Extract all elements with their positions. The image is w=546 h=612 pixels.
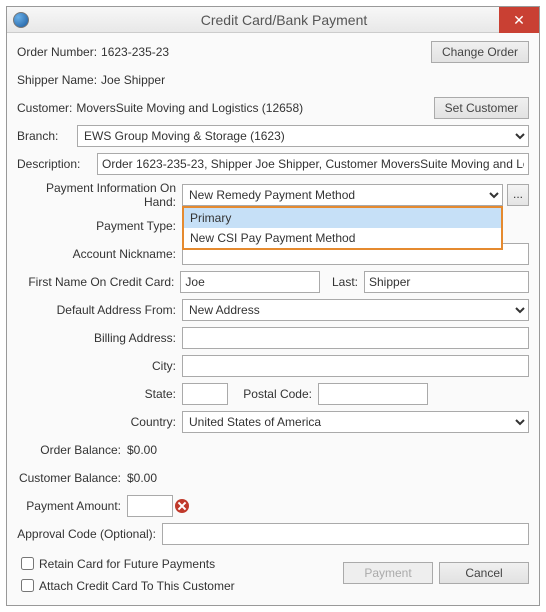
customer-balance-label: Customer Balance:: [17, 471, 127, 485]
payment-info-label: Payment Information On Hand:: [17, 181, 182, 209]
first-name-input[interactable]: [180, 271, 320, 293]
approval-code-input[interactable]: [162, 523, 529, 545]
branch-label: Branch:: [17, 129, 77, 143]
app-icon: [13, 12, 29, 28]
account-nickname-label: Account Nickname:: [17, 247, 182, 261]
retain-card-label: Retain Card for Future Payments: [39, 557, 215, 571]
window-title: Credit Card/Bank Payment: [29, 12, 539, 28]
order-balance-value: $0.00: [127, 443, 157, 457]
country-select[interactable]: United States of America: [182, 411, 529, 433]
customer-balance-value: $0.00: [127, 471, 157, 485]
payment-amount-label: Payment Amount:: [17, 499, 127, 513]
dropdown-option-primary[interactable]: Primary: [184, 208, 501, 228]
last-name-label: Last:: [320, 275, 364, 289]
description-label: Description:: [17, 157, 97, 171]
first-name-label: First Name On Credit Card:: [17, 275, 180, 289]
state-input[interactable]: [182, 383, 228, 405]
close-icon: ✕: [513, 12, 525, 29]
attach-cc-checkbox[interactable]: [21, 579, 34, 592]
payment-info-more-button[interactable]: ...: [507, 184, 529, 206]
error-icon: [175, 499, 189, 513]
order-number-label: Order Number:: [17, 45, 97, 59]
customer-label: Customer:: [17, 101, 72, 115]
default-address-label: Default Address From:: [17, 303, 182, 317]
postal-label: Postal Code:: [228, 387, 318, 401]
branch-select[interactable]: EWS Group Moving & Storage (1623): [77, 125, 529, 147]
shipper-name-label: Shipper Name:: [17, 73, 97, 87]
billing-address-input[interactable]: [182, 327, 529, 349]
order-number-value: 1623-235-23: [101, 45, 169, 59]
approval-code-label: Approval Code (Optional):: [17, 527, 162, 541]
dropdown-option-csi[interactable]: New CSI Pay Payment Method: [184, 228, 501, 248]
shipper-name-value: Joe Shipper: [101, 73, 165, 87]
postal-input[interactable]: [318, 383, 428, 405]
customer-value: MoversSuite Moving and Logistics (12658): [76, 101, 303, 115]
payment-button[interactable]: Payment: [343, 562, 433, 584]
change-order-button[interactable]: Change Order: [431, 41, 529, 63]
set-customer-button[interactable]: Set Customer: [434, 97, 529, 119]
titlebar: Credit Card/Bank Payment ✕: [7, 7, 539, 33]
close-button[interactable]: ✕: [499, 7, 539, 33]
payment-info-dropdown-list: Primary New CSI Pay Payment Method: [182, 206, 503, 250]
city-input[interactable]: [182, 355, 529, 377]
last-name-input[interactable]: [364, 271, 529, 293]
payment-amount-input[interactable]: [127, 495, 173, 517]
billing-address-label: Billing Address:: [17, 331, 182, 345]
payment-dialog: Credit Card/Bank Payment ✕ Order Number:…: [6, 6, 540, 606]
payment-info-select[interactable]: New Remedy Payment Method: [182, 184, 503, 206]
retain-card-checkbox[interactable]: [21, 557, 34, 570]
default-address-select[interactable]: New Address: [182, 299, 529, 321]
state-label: State:: [17, 387, 182, 401]
payment-type-label: Payment Type:: [17, 219, 182, 233]
attach-cc-label: Attach Credit Card To This Customer: [39, 579, 235, 593]
dialog-body: Order Number: 1623-235-23 Change Order S…: [7, 33, 539, 605]
order-balance-label: Order Balance:: [17, 443, 127, 457]
country-label: Country:: [17, 415, 182, 429]
cancel-button[interactable]: Cancel: [439, 562, 529, 584]
city-label: City:: [17, 359, 182, 373]
description-input[interactable]: [97, 153, 529, 175]
